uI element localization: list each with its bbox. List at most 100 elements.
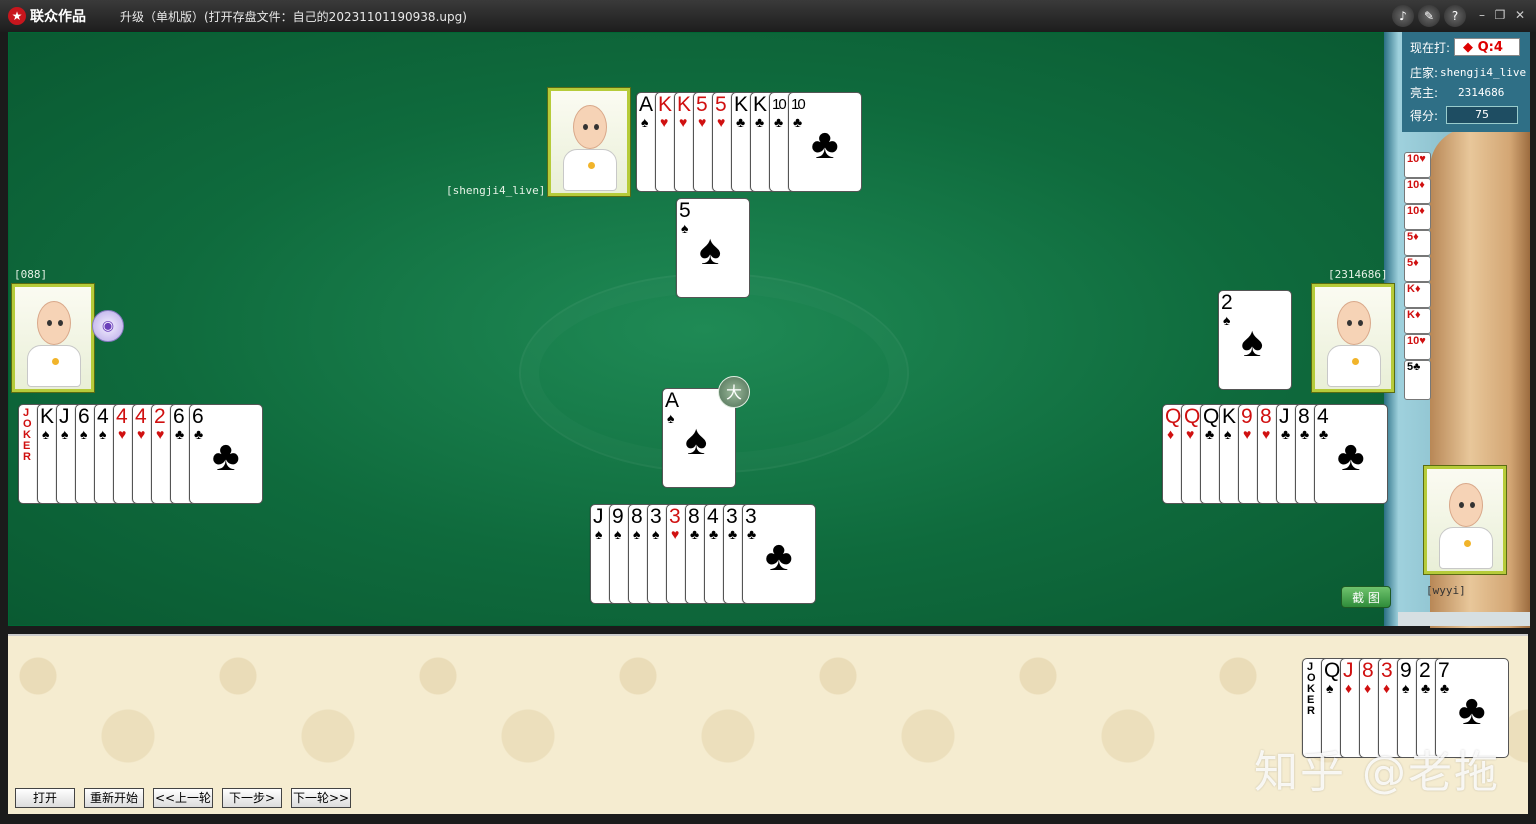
speaker-icon[interactable]: ♪ [1392,5,1414,27]
card-suit: ♠ [1326,680,1334,696]
card-rank: Q [1184,405,1201,428]
card-suit: ♣ [194,426,204,442]
card-suit: ♠ [42,426,50,442]
kitty-stack: 10♥ 10♦ 10♦ 5♦ 5♦ K♦ K♦ 10♥ 5♣ [1404,152,1432,400]
kitty-card: 5♣ [1404,360,1431,400]
card-rank: 8 [688,505,700,528]
kitty-card: 5♦ [1404,256,1431,282]
card-rank: K [1222,405,1237,428]
card-suit: ♦ [1383,680,1391,696]
trump-label: 亮主: [1410,86,1439,100]
card-rank: 6 [192,405,204,428]
player-name-west: [088] [14,268,48,281]
card-suit: ♠ [633,526,641,542]
card-suit: ♠ [99,426,107,442]
playing-card: 6 ♣ ♣ [189,404,263,504]
next-step-button[interactable]: 下一步> [222,788,282,808]
kitty-card: 10♦ [1404,204,1431,230]
avatar-east[interactable] [1312,284,1394,392]
card-rank: 4 [97,405,109,428]
card-rank: 8 [631,505,643,528]
card-rank: 5 [715,93,727,116]
card-rank: 7 [1438,659,1450,682]
card-suit: ♠ [80,426,88,442]
watermark: 知乎 @老拖 [1254,747,1500,798]
card-suit: ♠ [1224,426,1232,442]
card-suit: ♥ [717,114,726,130]
avatar-head [1337,301,1371,345]
player-name-north: [shengji4_live] [446,184,546,197]
card-suit: ♠ [681,220,689,236]
help-icon[interactable]: ? [1444,5,1466,27]
minimize-icon[interactable]: – [1474,7,1490,23]
card-rank: 8 [1362,659,1374,682]
card-suit: ♠ [614,526,622,542]
avatar-north[interactable] [548,88,630,196]
card-suit: ♠ [61,426,69,442]
card-suit: ♣ [1205,426,1215,442]
playing-card: 2 ♠ ♠ [1218,290,1292,390]
avatar-west[interactable] [12,284,94,392]
tools-icon[interactable]: ✎ [1418,5,1440,27]
avatar-south[interactable] [1424,466,1506,574]
player-name-east: [2314686] [1328,268,1388,281]
big-marker-badge: 大 [718,376,750,408]
card-suit: ♥ [137,426,146,442]
card-rank: K [658,93,673,116]
avatar-head [37,301,71,345]
card-rank: 3 [726,505,738,528]
card-rank: 3 [1381,659,1393,682]
card-suit: ♦ [1345,680,1353,696]
card-suit: ♣ [728,526,738,542]
avatar-head [573,105,607,149]
card-suit: ♣ [175,426,185,442]
playing-card: 4 ♣ ♣ [1314,404,1388,504]
avatar-body [1327,345,1381,387]
card-center-suit: ♣ [1337,432,1365,479]
next-round-button[interactable]: 下一轮>> [291,788,351,808]
card-suit: ♥ [698,114,707,130]
card-suit: ♠ [1223,312,1231,328]
avatar-body [1439,527,1493,569]
card-center-suit: ♠ [699,226,722,273]
card-suit: ♣ [1421,680,1431,696]
playing-card: 3 ♣ ♣ [742,504,816,604]
dealer-label: 庄家: [1410,66,1439,80]
app-name: 联众作品 [30,9,86,25]
card-suit: ♥ [671,526,680,542]
card-rank: K [677,93,692,116]
current-play-value: ◆ Q:4 [1454,38,1521,56]
card-suit: ♥ [1186,426,1195,442]
card-suit: ♣ [1440,680,1450,696]
title-bar: ★ 联众作品 升级（单机版）(打开存盘文件：自己的20231101190938.… [0,0,1536,32]
card-rank: Q [1203,405,1220,428]
avatar-body [27,345,81,387]
card-suit: ♥ [660,114,669,130]
card-rank: 9 [1241,405,1253,428]
prev-round-button[interactable]: <<上一轮 [153,788,213,808]
screenshot-button[interactable]: 截 图 [1341,586,1391,608]
card-suit: ♣ [774,114,784,130]
card-rank: 2 [1221,291,1233,314]
card-rank: J [593,505,604,528]
card-suit: ♦ [1167,426,1175,442]
kitty-card: 5♦ [1404,230,1431,256]
open-button[interactable]: 打开 [15,788,75,808]
card-rank: 4 [707,505,719,528]
panel-rail [1398,612,1530,626]
close-icon[interactable]: ✕ [1512,7,1528,23]
card-suit: ♠ [1402,680,1410,696]
card-suit: ♥ [1262,426,1271,442]
card-suit: ♥ [1243,426,1252,442]
card-center-suit: ♣ [1458,686,1486,733]
card-rank: 4 [135,405,147,428]
card-suit: ♥ [118,426,127,442]
restore-icon[interactable]: ❐ [1492,7,1508,23]
card-rank: 8 [1298,405,1310,428]
joker-label: JOKER [1307,661,1316,717]
card-rank: J [1343,659,1354,682]
avatar-body [563,149,617,191]
restart-button[interactable]: 重新开始 [84,788,144,808]
card-rank: 10 [772,96,787,113]
card-rank: 10 [791,96,806,113]
